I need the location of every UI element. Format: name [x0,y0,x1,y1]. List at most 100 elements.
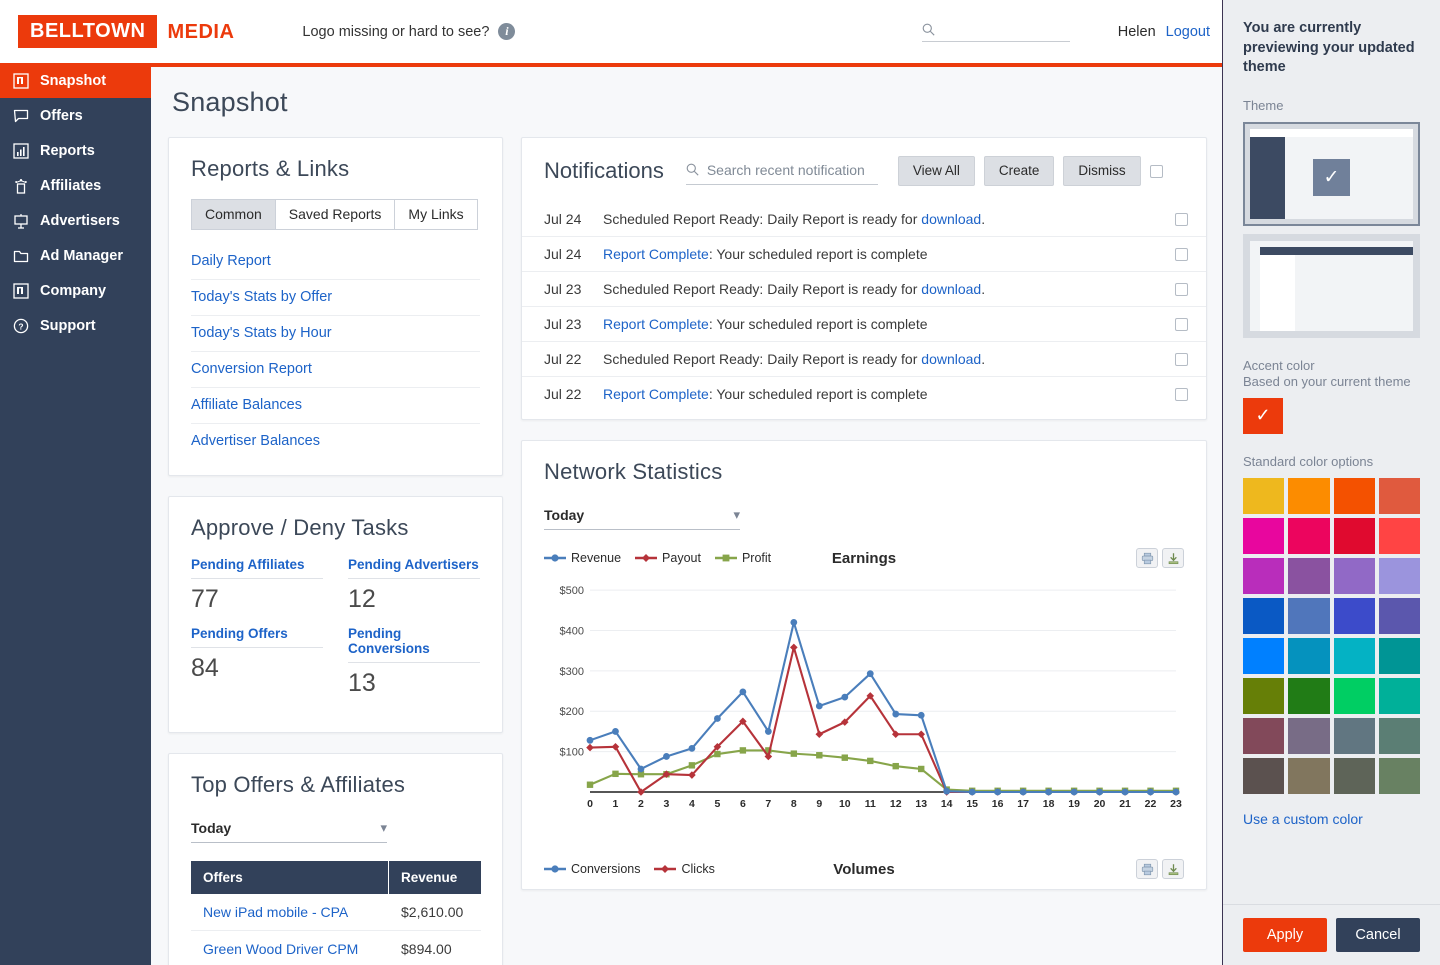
sidebar-item-affiliates[interactable]: Affiliates [0,168,151,203]
svg-text:16: 16 [992,798,1004,810]
cancel-button[interactable]: Cancel [1336,918,1420,952]
global-search[interactable] [921,21,1070,42]
pending-offers-label[interactable]: Pending Offers [191,626,323,648]
notification-checkbox[interactable] [1175,352,1188,366]
network-statistics-period-select[interactable]: Today ▾ [544,507,740,530]
sidebar-item-support[interactable]: ? Support [0,308,151,343]
dismiss-button[interactable]: Dismiss [1063,156,1141,186]
print-icon[interactable] [1136,859,1158,879]
color-swatch-7[interactable] [1378,517,1420,554]
pending-affiliates-label[interactable]: Pending Affiliates [191,557,323,579]
pending-advertisers-value: 12 [348,585,376,613]
offer-name[interactable]: Green Wood Driver CPM [191,931,389,965]
notification-tail: . [981,281,986,297]
color-swatch-27[interactable] [1378,717,1420,754]
color-swatch-17[interactable] [1288,637,1330,674]
report-link[interactable]: Today's Stats by Offer [191,289,332,305]
download-link[interactable]: download [921,211,981,227]
color-swatch-0[interactable] [1243,477,1285,514]
color-swatch-13[interactable] [1288,597,1330,634]
search-icon [686,163,699,176]
notification-checkbox[interactable] [1175,317,1188,331]
sidebar-item-reports[interactable]: Reports [0,133,151,168]
pending-conversions-label[interactable]: Pending Conversions [348,626,480,663]
download-link[interactable]: download [921,351,981,367]
color-swatch-12[interactable] [1243,597,1285,634]
download-icon[interactable] [1162,548,1184,568]
color-swatch-18[interactable] [1333,637,1375,674]
theme-option-dark-sidebar[interactable]: ✓ [1243,121,1420,226]
color-swatch-10[interactable] [1333,557,1375,594]
report-link[interactable]: Daily Report [191,253,271,269]
sidebar-item-offers[interactable]: Offers [0,98,151,133]
color-swatch-20[interactable] [1243,677,1285,714]
color-swatch-1[interactable] [1288,477,1330,514]
report-complete-link[interactable]: Report Complete [603,386,709,402]
custom-color-link[interactable]: Use a custom color [1243,811,1420,827]
color-swatch-25[interactable] [1288,717,1330,754]
sidebar-item-snapshot[interactable]: Snapshot [0,63,151,98]
sidebar-item-label: Advertisers [40,212,120,229]
color-swatch-24[interactable] [1243,717,1285,754]
notifications-search[interactable] [685,161,878,185]
color-swatch-11[interactable] [1378,557,1420,594]
search-icon [922,23,935,36]
notification-checkbox[interactable] [1175,212,1188,226]
report-complete-link[interactable]: Report Complete [603,316,709,332]
sidebar-item-advertisers[interactable]: Advertisers [0,203,151,238]
tab-saved-reports[interactable]: Saved Reports [274,199,396,230]
info-icon[interactable]: i [498,23,516,40]
color-swatch-4[interactable] [1243,517,1285,554]
report-link[interactable]: Affiliate Balances [191,397,302,413]
color-swatch-23[interactable] [1378,677,1420,714]
view-all-button[interactable]: View All [897,156,975,186]
color-swatch-8[interactable] [1243,557,1285,594]
color-swatch-31[interactable] [1378,757,1420,794]
notification-checkbox[interactable] [1175,247,1188,261]
top-offers-period-select[interactable]: Today ▾ [191,820,387,843]
accent-color-swatch-selected[interactable]: ✓ [1243,397,1283,434]
notifications-search-input[interactable] [706,161,869,178]
color-swatch-9[interactable] [1288,557,1330,594]
color-swatch-22[interactable] [1333,677,1375,714]
create-button[interactable]: Create [983,156,1055,186]
color-swatch-28[interactable] [1243,757,1285,794]
tab-my-links[interactable]: My Links [394,199,478,230]
global-search-input[interactable] [940,21,1059,37]
logo-primary: BELLTOWN [18,15,158,48]
color-swatch-16[interactable] [1243,637,1285,674]
pending-advertisers-label[interactable]: Pending Advertisers [348,557,480,579]
color-swatch-30[interactable] [1333,757,1375,794]
offer-name[interactable]: New iPad mobile - CPA [191,894,389,930]
color-swatch-2[interactable] [1333,477,1375,514]
color-swatch-14[interactable] [1333,597,1375,634]
notification-checkbox[interactable] [1175,387,1188,401]
print-icon[interactable] [1136,548,1158,568]
logout-link[interactable]: Logout [1166,24,1210,40]
color-swatch-29[interactable] [1288,757,1330,794]
chevron-down-icon: ▾ [380,820,387,835]
sidebar-item-company[interactable]: Company [0,273,151,308]
color-swatch-6[interactable] [1333,517,1375,554]
color-swatch-26[interactable] [1333,717,1375,754]
color-swatch-19[interactable] [1378,637,1420,674]
download-icon[interactable] [1162,859,1184,879]
tab-common[interactable]: Common [191,199,276,230]
color-swatch-5[interactable] [1288,517,1330,554]
brand-logo[interactable]: BELLTOWN MEDIA [18,15,234,48]
theme-option-dark-topbar[interactable] [1243,233,1420,338]
color-swatch-3[interactable] [1378,477,1420,514]
download-link[interactable]: download [921,281,981,297]
apply-button[interactable]: Apply [1243,918,1327,952]
sidebar-item-ad-manager[interactable]: Ad Manager [0,238,151,273]
notification-checkbox[interactable] [1175,282,1188,296]
report-link[interactable]: Today's Stats by Hour [191,325,332,341]
report-link[interactable]: Conversion Report [191,361,312,377]
pending-affiliates-value: 77 [191,585,219,613]
sidebar-item-label: Reports [40,142,95,159]
report-complete-link[interactable]: Report Complete [603,246,709,262]
select-all-checkbox[interactable] [1149,164,1163,178]
report-link[interactable]: Advertiser Balances [191,433,320,449]
color-swatch-15[interactable] [1378,597,1420,634]
color-swatch-21[interactable] [1288,677,1330,714]
